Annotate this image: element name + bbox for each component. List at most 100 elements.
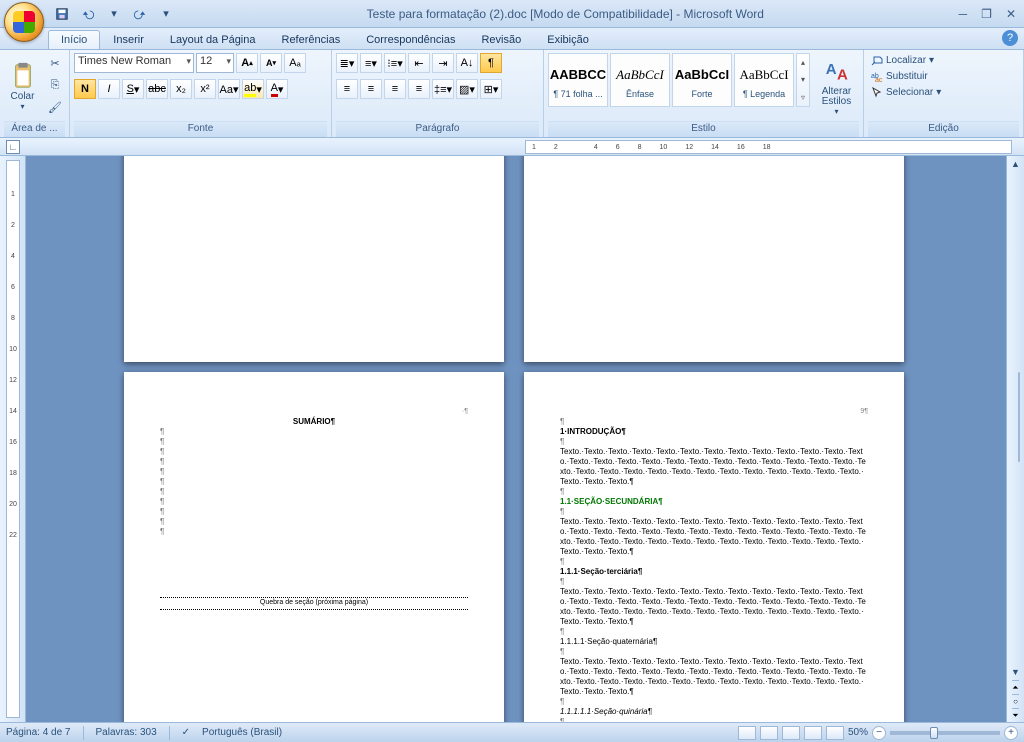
group-styles: AABBCC¶ 71 folha ... AaBbCcIÊnfase AaBbC… xyxy=(544,50,864,137)
tab-inserir[interactable]: Inserir xyxy=(100,30,157,49)
body-text: Texto.·Texto.·Texto.·Texto.·Texto.·Texto… xyxy=(560,587,868,627)
ribbon-tabs: Início Inserir Layout da Página Referênc… xyxy=(0,28,1024,50)
view-fullscreen-button[interactable] xyxy=(760,726,778,740)
heading-11: 1.1·SEÇÃO·SECUNDÁRIA¶ xyxy=(560,497,868,507)
group-label-editing: Edição xyxy=(868,121,1019,137)
save-icon[interactable] xyxy=(52,4,72,24)
highlight-button[interactable]: ab▾ xyxy=(242,79,264,99)
status-page[interactable]: Página: 4 de 7 xyxy=(6,727,71,738)
change-styles-icon: AA xyxy=(822,57,852,87)
format-painter-icon[interactable]: 🖌 xyxy=(45,97,65,117)
view-draft-button[interactable] xyxy=(826,726,844,740)
copy-icon[interactable]: ⎘ xyxy=(45,75,65,95)
numbering-button[interactable]: ≡▾ xyxy=(360,53,382,73)
close-button[interactable]: ✕ xyxy=(1002,7,1020,21)
align-left-button[interactable]: ≡ xyxy=(336,79,358,99)
select-button[interactable]: Selecionar ▾ xyxy=(868,85,944,99)
proofing-icon[interactable]: ✓ xyxy=(182,727,190,738)
tab-correspond[interactable]: Correspondências xyxy=(353,30,468,49)
document-canvas[interactable]: ·¶ SUMÁRIO¶ ¶¶¶¶¶¶¶¶¶¶¶ Quebra de seção … xyxy=(26,156,1024,722)
zoom-in-button[interactable]: + xyxy=(1004,726,1018,740)
heading-1: 1·INTRODUÇÃO¶ xyxy=(560,427,868,437)
status-language[interactable]: Português (Brasil) xyxy=(202,727,282,738)
change-styles-button[interactable]: AA Alterar Estilos▾ xyxy=(814,53,859,119)
window-title: Teste para formatação (2).doc [Modo de C… xyxy=(176,7,955,21)
qat-customize-icon[interactable]: ▾ xyxy=(156,4,176,24)
body-text: Texto.·Texto.·Texto.·Texto.·Texto.·Texto… xyxy=(560,447,868,487)
shrink-font-icon[interactable]: A▾ xyxy=(260,53,282,73)
superscript-button[interactable]: x² xyxy=(194,79,216,99)
qat-dropdown-icon[interactable]: ▾ xyxy=(104,4,124,24)
tab-referencias[interactable]: Referências xyxy=(269,30,354,49)
vertical-scrollbar[interactable]: ▲ ▼ ⏶ ○ ⏷ xyxy=(1006,156,1024,722)
group-editing: Localizar ▾ abacSubstituir Selecionar ▾ … xyxy=(864,50,1024,137)
body-text: Texto.·Texto.·Texto.·Texto.·Texto.·Texto… xyxy=(560,657,868,697)
increase-indent-button[interactable]: ⇥ xyxy=(432,53,454,73)
justify-button[interactable]: ≡ xyxy=(408,79,430,99)
scroll-up-icon[interactable]: ▲ xyxy=(1007,156,1024,172)
zoom-slider[interactable] xyxy=(890,731,1000,735)
zoom-thumb[interactable] xyxy=(930,727,938,739)
horizontal-ruler[interactable]: 124681012141618 xyxy=(525,140,1012,154)
paste-button[interactable]: Colar ▾ xyxy=(4,53,41,119)
gallery-more-button[interactable]: ▴▾▿ xyxy=(796,53,810,107)
vertical-ruler[interactable]: 1246810121416182022 xyxy=(0,156,26,722)
group-label-styles: Estilo xyxy=(548,121,859,137)
align-center-button[interactable]: ≡ xyxy=(360,79,382,99)
bullets-button[interactable]: ≣▾ xyxy=(336,53,358,73)
sort-button[interactable]: A↓ xyxy=(456,53,478,73)
tab-exibicao[interactable]: Exibição xyxy=(534,30,602,49)
line-spacing-button[interactable]: ‡≡▾ xyxy=(432,79,454,99)
bold-button[interactable]: N xyxy=(74,79,96,99)
page-prev-right xyxy=(524,156,904,362)
style-71-folha[interactable]: AABBCC¶ 71 folha ... xyxy=(548,53,608,107)
grow-font-icon[interactable]: A▴ xyxy=(236,53,258,73)
scroll-thumb[interactable] xyxy=(1018,372,1020,462)
style-forte[interactable]: AaBbCcIForte xyxy=(672,53,732,107)
minimize-button[interactable]: ─ xyxy=(955,7,972,21)
prev-page-icon[interactable]: ⏶ xyxy=(1012,680,1018,694)
page-content[interactable]: 9¶ ¶ 1·INTRODUÇÃO¶ ¶ Texto.·Texto.·Texto… xyxy=(560,408,868,722)
borders-button[interactable]: ⊞▾ xyxy=(480,79,502,99)
font-size-select[interactable]: 12 xyxy=(196,53,234,73)
align-right-button[interactable]: ≡ xyxy=(384,79,406,99)
tab-layout[interactable]: Layout da Página xyxy=(157,30,269,49)
underline-button[interactable]: S▾ xyxy=(122,79,144,99)
status-words[interactable]: Palavras: 303 xyxy=(96,727,157,738)
tab-selector-button[interactable]: ∟ xyxy=(6,140,20,154)
strike-button[interactable]: abc xyxy=(146,79,168,99)
redo-icon[interactable] xyxy=(130,4,150,24)
scroll-down-icon[interactable]: ▼ xyxy=(1007,664,1024,680)
italic-button[interactable]: I xyxy=(98,79,120,99)
cut-icon[interactable]: ✂ xyxy=(45,53,65,73)
multilevel-button[interactable]: ⁝≡▾ xyxy=(384,53,406,73)
tab-inicio[interactable]: Início xyxy=(48,30,100,49)
office-button[interactable] xyxy=(4,2,44,42)
style-legenda[interactable]: AaBbCcI¶ Legenda xyxy=(734,53,794,107)
show-marks-button[interactable]: ¶ xyxy=(480,53,502,73)
view-web-button[interactable] xyxy=(782,726,800,740)
view-outline-button[interactable] xyxy=(804,726,822,740)
find-button[interactable]: Localizar ▾ xyxy=(868,53,944,67)
font-color-button[interactable]: A▾ xyxy=(266,79,288,99)
tab-revisao[interactable]: Revisão xyxy=(468,30,534,49)
clear-format-icon[interactable]: Aₐ xyxy=(284,53,306,73)
decrease-indent-button[interactable]: ⇤ xyxy=(408,53,430,73)
restore-button[interactable]: ❐ xyxy=(977,7,996,21)
ribbon: Colar ▾ ✂ ⎘ 🖌 Área de ... Times New Roma… xyxy=(0,50,1024,138)
font-name-select[interactable]: Times New Roman xyxy=(74,53,194,73)
view-print-layout-button[interactable] xyxy=(738,726,756,740)
help-icon[interactable]: ? xyxy=(1002,30,1018,46)
browse-object-icon[interactable]: ○ xyxy=(1012,694,1018,708)
subscript-button[interactable]: x₂ xyxy=(170,79,192,99)
shading-button[interactable]: ▨▾ xyxy=(456,79,478,99)
page-content[interactable]: ·¶ SUMÁRIO¶ ¶¶¶¶¶¶¶¶¶¶¶ Quebra de seção … xyxy=(160,408,468,722)
replace-button[interactable]: abacSubstituir xyxy=(868,69,944,83)
undo-icon[interactable] xyxy=(78,4,98,24)
page-prev-left xyxy=(124,156,504,362)
style-enfase[interactable]: AaBbCcIÊnfase xyxy=(610,53,670,107)
change-case-button[interactable]: Aa▾ xyxy=(218,79,240,99)
next-page-icon[interactable]: ⏷ xyxy=(1012,708,1018,722)
zoom-out-button[interactable]: − xyxy=(872,726,886,740)
zoom-level[interactable]: 50% xyxy=(848,727,868,738)
